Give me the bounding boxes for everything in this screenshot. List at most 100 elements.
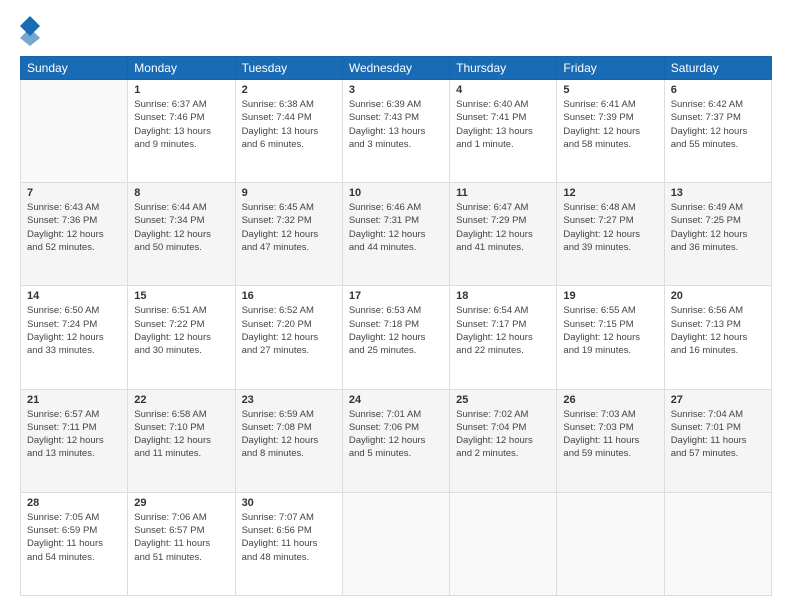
calendar-day-header: Monday [128, 57, 235, 80]
day-info: Sunrise: 6:54 AMSunset: 7:17 PMDaylight:… [456, 304, 550, 357]
calendar-day-cell: 14 Sunrise: 6:50 AMSunset: 7:24 PMDayligh… [21, 286, 128, 389]
day-info: Sunrise: 6:52 AMSunset: 7:20 PMDaylight:… [242, 304, 336, 357]
logo [20, 16, 44, 46]
calendar-day-cell: 24 Sunrise: 7:01 AMSunset: 7:06 PMDayligh… [342, 389, 449, 492]
calendar-day-cell: 2 Sunrise: 6:38 AMSunset: 7:44 PMDaylight… [235, 80, 342, 183]
calendar-day-header: Saturday [664, 57, 771, 80]
calendar-day-cell: 25 Sunrise: 7:02 AMSunset: 7:04 PMDayligh… [450, 389, 557, 492]
day-number: 23 [242, 394, 336, 406]
calendar-day-cell: 21 Sunrise: 6:57 AMSunset: 7:11 PMDayligh… [21, 389, 128, 492]
calendar-day-cell [21, 80, 128, 183]
day-info: Sunrise: 7:07 AMSunset: 6:56 PMDaylight:… [242, 511, 336, 564]
day-number: 16 [242, 290, 336, 302]
day-info: Sunrise: 6:40 AMSunset: 7:41 PMDaylight:… [456, 98, 550, 151]
day-number: 30 [242, 497, 336, 509]
calendar-day-cell [557, 492, 664, 595]
day-info: Sunrise: 7:03 AMSunset: 7:03 PMDaylight:… [563, 408, 657, 461]
calendar-day-cell: 1Sunrise: 6:37 AMSunset: 7:46 PMDaylight… [128, 80, 235, 183]
day-info: Sunrise: 7:05 AMSunset: 6:59 PMDaylight:… [27, 511, 121, 564]
day-number: 15 [134, 290, 228, 302]
day-number: 13 [671, 187, 765, 199]
calendar-day-cell: 4 Sunrise: 6:40 AMSunset: 7:41 PMDaylight… [450, 80, 557, 183]
day-info: Sunrise: 7:04 AMSunset: 7:01 PMDaylight:… [671, 408, 765, 461]
day-info: Sunrise: 6:45 AMSunset: 7:32 PMDaylight:… [242, 201, 336, 254]
day-info: Sunrise: 6:58 AMSunset: 7:10 PMDaylight:… [134, 408, 228, 461]
day-number: 20 [671, 290, 765, 302]
day-number: 24 [349, 394, 443, 406]
day-number: 2 [242, 84, 336, 96]
calendar-day-cell: 9 Sunrise: 6:45 AMSunset: 7:32 PMDaylight… [235, 183, 342, 286]
day-number: 3 [349, 84, 443, 96]
day-info: Sunrise: 7:06 AMSunset: 6:57 PMDaylight:… [134, 511, 228, 564]
calendar-day-cell [450, 492, 557, 595]
logo-icon [20, 16, 40, 46]
day-number: 28 [27, 497, 121, 509]
calendar-day-cell: 6Sunrise: 6:42 AMSunset: 7:37 PMDaylight… [664, 80, 771, 183]
day-info: Sunrise: 6:41 AMSunset: 7:39 PMDaylight:… [563, 98, 657, 151]
calendar-day-header: Sunday [21, 57, 128, 80]
day-info: Sunrise: 7:01 AMSunset: 7:06 PMDaylight:… [349, 408, 443, 461]
day-number: 22 [134, 394, 228, 406]
day-info: Sunrise: 6:49 AMSunset: 7:25 PMDaylight:… [671, 201, 765, 254]
day-info: Sunrise: 6:56 AMSunset: 7:13 PMDaylight:… [671, 304, 765, 357]
calendar-day-cell: 5 Sunrise: 6:41 AMSunset: 7:39 PMDaylight… [557, 80, 664, 183]
day-number: 25 [456, 394, 550, 406]
calendar-day-cell: 26Sunrise: 7:03 AMSunset: 7:03 PMDayligh… [557, 389, 664, 492]
calendar-day-cell: 23 Sunrise: 6:59 AMSunset: 7:08 PMDayligh… [235, 389, 342, 492]
calendar-day-header: Wednesday [342, 57, 449, 80]
calendar-day-cell: 15 Sunrise: 6:51 AMSunset: 7:22 PMDayligh… [128, 286, 235, 389]
calendar-day-cell: 20 Sunrise: 6:56 AMSunset: 7:13 PMDayligh… [664, 286, 771, 389]
day-number: 10 [349, 187, 443, 199]
day-number: 7 [27, 187, 121, 199]
header [20, 16, 772, 46]
calendar-day-cell: 27Sunrise: 7:04 AMSunset: 7:01 PMDayligh… [664, 389, 771, 492]
calendar-day-cell: 16 Sunrise: 6:52 AMSunset: 7:20 PMDayligh… [235, 286, 342, 389]
calendar-day-cell [342, 492, 449, 595]
day-info: Sunrise: 6:46 AMSunset: 7:31 PMDaylight:… [349, 201, 443, 254]
day-info: Sunrise: 6:37 AMSunset: 7:46 PMDaylight:… [134, 98, 228, 151]
calendar-day-cell: 28 Sunrise: 7:05 AMSunset: 6:59 PMDayligh… [21, 492, 128, 595]
calendar-day-cell: 13 Sunrise: 6:49 AMSunset: 7:25 PMDayligh… [664, 183, 771, 286]
day-number: 5 [563, 84, 657, 96]
calendar-day-cell: 12 Sunrise: 6:48 AMSunset: 7:27 PMDayligh… [557, 183, 664, 286]
calendar-day-cell: 29 Sunrise: 7:06 AMSunset: 6:57 PMDayligh… [128, 492, 235, 595]
calendar-week-row: 1Sunrise: 6:37 AMSunset: 7:46 PMDaylight… [21, 80, 772, 183]
day-info: Sunrise: 6:51 AMSunset: 7:22 PMDaylight:… [134, 304, 228, 357]
day-number: 14 [27, 290, 121, 302]
calendar-day-header: Thursday [450, 57, 557, 80]
day-number: 29 [134, 497, 228, 509]
day-number: 4 [456, 84, 550, 96]
day-info: Sunrise: 6:38 AMSunset: 7:44 PMDaylight:… [242, 98, 336, 151]
calendar-table: SundayMondayTuesdayWednesdayThursdayFrid… [20, 56, 772, 596]
calendar-day-cell: 22 Sunrise: 6:58 AMSunset: 7:10 PMDayligh… [128, 389, 235, 492]
calendar-day-cell: 18 Sunrise: 6:54 AMSunset: 7:17 PMDayligh… [450, 286, 557, 389]
calendar-day-cell: 30 Sunrise: 7:07 AMSunset: 6:56 PMDayligh… [235, 492, 342, 595]
day-info: Sunrise: 6:48 AMSunset: 7:27 PMDaylight:… [563, 201, 657, 254]
day-info: Sunrise: 6:57 AMSunset: 7:11 PMDaylight:… [27, 408, 121, 461]
day-info: Sunrise: 7:02 AMSunset: 7:04 PMDaylight:… [456, 408, 550, 461]
calendar-header-row: SundayMondayTuesdayWednesdayThursdayFrid… [21, 57, 772, 80]
day-number: 9 [242, 187, 336, 199]
calendar-day-cell: 10 Sunrise: 6:46 AMSunset: 7:31 PMDayligh… [342, 183, 449, 286]
calendar-day-cell: 8 Sunrise: 6:44 AMSunset: 7:34 PMDaylight… [128, 183, 235, 286]
day-info: Sunrise: 6:43 AMSunset: 7:36 PMDaylight:… [27, 201, 121, 254]
day-info: Sunrise: 6:59 AMSunset: 7:08 PMDaylight:… [242, 408, 336, 461]
day-number: 11 [456, 187, 550, 199]
day-number: 19 [563, 290, 657, 302]
day-info: Sunrise: 6:39 AMSunset: 7:43 PMDaylight:… [349, 98, 443, 151]
calendar-day-header: Tuesday [235, 57, 342, 80]
day-info: Sunrise: 6:50 AMSunset: 7:24 PMDaylight:… [27, 304, 121, 357]
calendar-day-header: Friday [557, 57, 664, 80]
day-info: Sunrise: 6:44 AMSunset: 7:34 PMDaylight:… [134, 201, 228, 254]
day-number: 12 [563, 187, 657, 199]
day-info: Sunrise: 6:47 AMSunset: 7:29 PMDaylight:… [456, 201, 550, 254]
day-info: Sunrise: 6:53 AMSunset: 7:18 PMDaylight:… [349, 304, 443, 357]
calendar-week-row: 28 Sunrise: 7:05 AMSunset: 6:59 PMDayligh… [21, 492, 772, 595]
day-number: 8 [134, 187, 228, 199]
calendar-day-cell: 3 Sunrise: 6:39 AMSunset: 7:43 PMDaylight… [342, 80, 449, 183]
day-number: 18 [456, 290, 550, 302]
day-info: Sunrise: 6:55 AMSunset: 7:15 PMDaylight:… [563, 304, 657, 357]
calendar-day-cell: 17Sunrise: 6:53 AMSunset: 7:18 PMDayligh… [342, 286, 449, 389]
day-number: 21 [27, 394, 121, 406]
day-number: 6 [671, 84, 765, 96]
